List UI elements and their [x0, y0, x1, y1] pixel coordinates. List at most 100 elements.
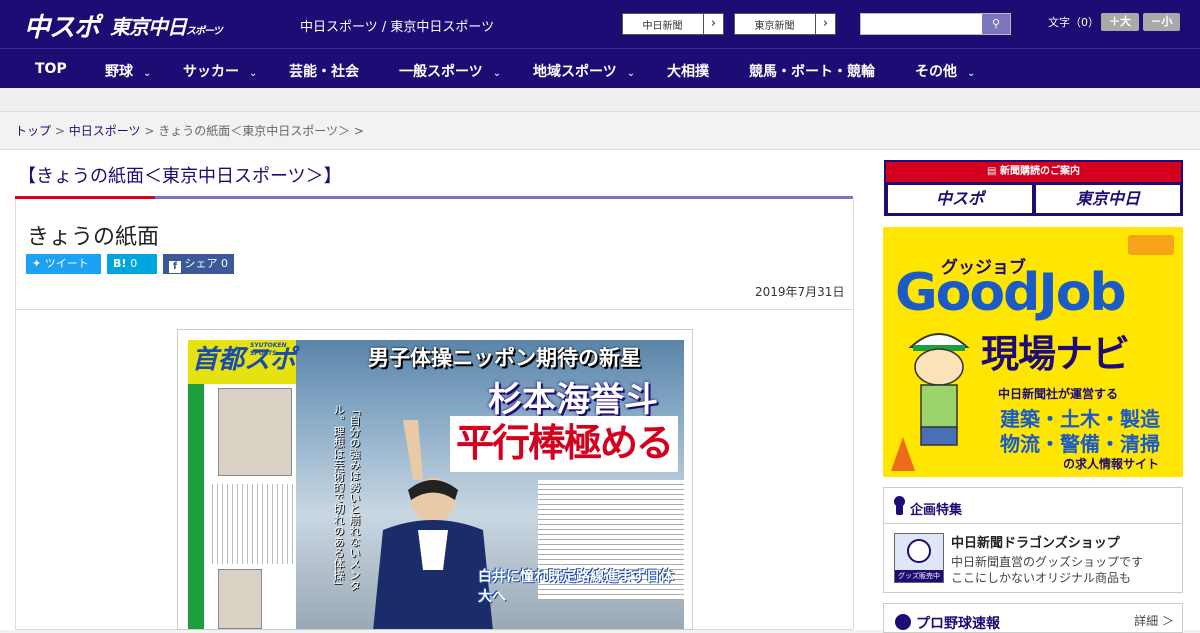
search-input[interactable]	[863, 15, 979, 33]
dragons-shop-desc: ここにしかないオリジナル商品も	[951, 571, 1132, 585]
shutospo-logo-sub: SYUTOKEN SPORTS	[250, 342, 287, 357]
baseball-icon	[895, 614, 911, 630]
breadcrumb-sep: >	[54, 124, 65, 138]
nav-item-top[interactable]: TOP	[35, 61, 67, 77]
nav-item-entertainment[interactable]: 芸能・社会	[289, 61, 359, 81]
facebook-share-label: シェア	[184, 257, 218, 270]
nav-label: TOP	[35, 61, 67, 77]
divider	[16, 309, 853, 310]
subscription-banner[interactable]: ▤ 新聞購読のご案内 中スポ 東京中日	[884, 160, 1183, 216]
site-name: 中日スポーツ / 東京中日スポーツ	[300, 20, 495, 35]
search-icon[interactable]: ⚲	[982, 14, 1010, 34]
frontpage-text-block	[208, 484, 294, 564]
chunichi-shimbun-label: 中日新聞	[642, 21, 683, 32]
tokyo-shimbun-link[interactable]: 東京新聞 ›	[734, 13, 836, 35]
pro-baseball-more-link[interactable]: 詳細 ＞	[1134, 612, 1174, 629]
chevron-right-icon: ›	[815, 14, 835, 34]
feature-box: 企画特集 グッズ販売中 中日新聞ドラゴンズショップ 中日新聞直営のグッズショップ…	[883, 487, 1183, 593]
nav-item-others[interactable]: その他 ⌄	[915, 61, 975, 81]
hatena-button[interactable]: B! 0	[107, 254, 157, 274]
feature-heading: 企画特集	[910, 503, 963, 518]
goodjob-operator: 中日新聞社が運営する	[998, 387, 1119, 401]
pro-baseball-heading: プロ野球速報	[916, 616, 1000, 632]
nav-item-general-sports[interactable]: 一般スポーツ ⌄	[399, 61, 501, 81]
site-header: 中スポ 東京中日スポーツ 中日スポーツ / 東京中日スポーツ 中日新聞 › 東京新…	[0, 0, 1200, 48]
frontpage-green-stripe	[188, 384, 204, 629]
breadcrumb-chunichi[interactable]: 中日スポーツ	[69, 124, 141, 138]
hatena-icon: B!	[113, 257, 127, 270]
goods-sale-badge: グッズ販売中	[895, 570, 943, 582]
goodjob-site: の求人情報サイト	[1063, 457, 1160, 471]
main-nav: TOP 野球 ⌄ サッカー ⌄ 芸能・社会 一般スポーツ ⌄ 地域スポーツ ⌄ 大相撲 …	[0, 48, 1200, 88]
nav-label: 芸能・社会	[289, 64, 359, 80]
font-size-label: 文字（0）	[1048, 16, 1099, 29]
section-heading: 【きょうの紙面＜東京中日スポーツ＞】	[18, 166, 342, 187]
nav-label: その他	[915, 64, 957, 80]
goodjob-logo: GoodJob	[895, 263, 1127, 323]
frontpage-left-column	[188, 384, 296, 629]
dragons-shop-thumbnail[interactable]: グッズ販売中	[894, 533, 944, 583]
subscription-title-text: 新聞購読のご案内	[999, 166, 1080, 177]
shutospo-logo: 首都スポ SYUTOKEN SPORTS	[188, 340, 296, 384]
search-box: ⚲	[860, 13, 1011, 35]
pro-baseball-box: プロ野球速報 詳細 ＞	[883, 603, 1183, 633]
dragons-shop-link[interactable]: 中日新聞ドラゴンズショップ	[951, 532, 1120, 551]
nav-item-baseball[interactable]: 野球 ⌄	[105, 61, 151, 81]
frontpage-caption: 白井に憧れ既定路線進まず日体大へ	[478, 569, 674, 605]
nav-label: 地域スポーツ	[533, 64, 617, 80]
nav-label: 一般スポーツ	[399, 64, 483, 80]
subscription-title: ▤ 新聞購読のご案内	[886, 162, 1181, 182]
breadcrumb-top[interactable]: トップ	[15, 124, 51, 138]
nav-item-local-sports[interactable]: 地域スポーツ ⌄	[533, 61, 635, 81]
dragons-shop-desc: 中日新聞直営のグッズショップです	[951, 555, 1144, 569]
chevron-right-icon: ›	[703, 14, 723, 34]
nav-label: サッカー	[183, 64, 239, 80]
frontpage-athlete-name: 杉本海誉斗	[488, 380, 658, 420]
tokyo-shimbun-label: 東京新聞	[754, 21, 795, 32]
frontpage-quote: 「自分の強みは勢いと崩れないメンタル。理想は芸術的で切れのある体操」	[332, 404, 361, 591]
subscribe-chuspo-button[interactable]: 中スポ	[888, 185, 1032, 213]
frontpage-photo-small	[218, 388, 292, 476]
facebook-icon: f	[169, 261, 181, 273]
facebook-count: 0	[221, 257, 228, 270]
frontpage-photo-small	[218, 569, 262, 629]
font-smaller-button[interactable]: －小	[1143, 13, 1180, 31]
chunichi-shimbun-link[interactable]: 中日新聞 ›	[622, 13, 724, 35]
tweet-button[interactable]: ✦ ツイート	[26, 254, 101, 274]
newspaper-frontpage-image[interactable]: 首都スポ SYUTOKEN SPORTS 男子体操ニッポン期待の新星 杉本海誉斗 …	[177, 329, 693, 630]
worker-mascot-icon	[908, 333, 970, 446]
goodjob-ad[interactable]: グッジョブ GoodJob 現場ナビ 中日新聞社が運営する 建築・土木・製造 物…	[883, 227, 1183, 477]
goodjob-line2: 物流・警備・清掃	[1000, 432, 1160, 456]
article-date: 2019年7月31日	[755, 285, 845, 299]
chevron-down-icon: ⌄	[143, 68, 152, 79]
traffic-cone-icon	[891, 437, 915, 471]
newspaper-icon: ▤	[987, 166, 997, 177]
twitter-icon: ✦	[32, 257, 42, 270]
breadcrumb: トップ > 中日スポーツ > きょうの紙面＜東京中日スポーツ＞ >	[15, 122, 364, 139]
hatena-count: 0	[130, 257, 138, 270]
ad-strip	[0, 88, 1200, 112]
chuspo-logo[interactable]: 中スポ	[24, 7, 100, 44]
nav-item-soccer[interactable]: サッカー ⌄	[183, 61, 257, 81]
nav-label: 競馬・ボート・競輪	[749, 64, 875, 80]
tokyo-chunichi-logo-sub: スポーツ	[186, 26, 223, 37]
mascot-icon	[907, 539, 931, 563]
nav-label: 野球	[105, 64, 133, 80]
nav-item-racing[interactable]: 競馬・ボート・競輪	[749, 61, 875, 81]
facebook-share-button[interactable]: f シェア 0	[163, 254, 234, 274]
tokyo-chunichi-logo-text: 東京中日	[110, 15, 187, 39]
truck-icon	[1128, 235, 1174, 255]
chevron-down-icon: ⌄	[249, 68, 258, 79]
nav-item-sumo[interactable]: 大相撲	[667, 61, 709, 81]
goodjob-navi: 現場ナビ	[981, 332, 1130, 376]
tweet-label: ツイート	[44, 257, 89, 270]
font-bigger-button[interactable]: ＋大	[1101, 13, 1139, 31]
feature-icon-stem	[896, 505, 903, 515]
tokyo-chunichi-logo[interactable]: 東京中日スポーツ	[110, 11, 223, 40]
subscribe-tokyo-button[interactable]: 東京中日	[1036, 185, 1180, 213]
frontpage-headline: 男子体操ニッポン期待の新星	[368, 346, 641, 370]
chevron-down-icon: ⌄	[492, 68, 502, 79]
frontpage-photo: 首都スポ SYUTOKEN SPORTS 男子体操ニッポン期待の新星 杉本海誉斗 …	[188, 340, 684, 629]
nav-label: 大相撲	[667, 64, 709, 80]
page-title: きょうの紙面	[27, 225, 160, 250]
